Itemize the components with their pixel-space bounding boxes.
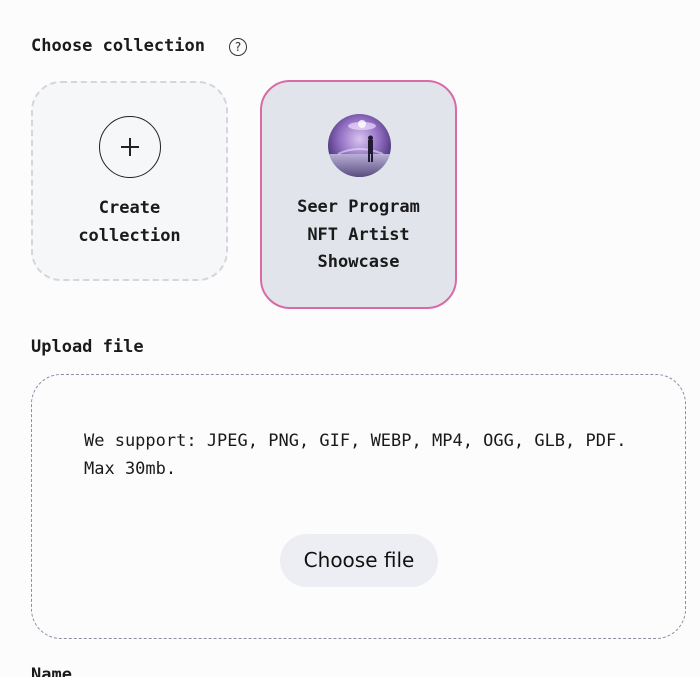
collection-avatar-image bbox=[328, 114, 391, 177]
name-field-heading: Name bbox=[31, 665, 72, 677]
plus-circle-icon bbox=[99, 116, 161, 178]
supported-formats-text: We support: JPEG, PNG, GIF, WEBP, MP4, O… bbox=[84, 431, 627, 479]
seer-program-collection-card[interactable]: Seer Program NFT Artist Showcase bbox=[260, 80, 457, 309]
help-icon[interactable]: ? bbox=[229, 38, 247, 56]
file-dropzone[interactable]: We support: JPEG, PNG, GIF, WEBP, MP4, O… bbox=[31, 374, 686, 639]
create-collection-card[interactable]: Create collection bbox=[31, 81, 228, 281]
seer-program-label: Seer Program NFT Artist Showcase bbox=[297, 197, 420, 272]
upload-file-heading: Upload file bbox=[31, 337, 144, 357]
choose-file-button[interactable]: Choose file bbox=[280, 534, 438, 587]
choose-collection-heading: Choose collection bbox=[31, 36, 205, 56]
create-collection-label: Create collection bbox=[78, 198, 181, 246]
